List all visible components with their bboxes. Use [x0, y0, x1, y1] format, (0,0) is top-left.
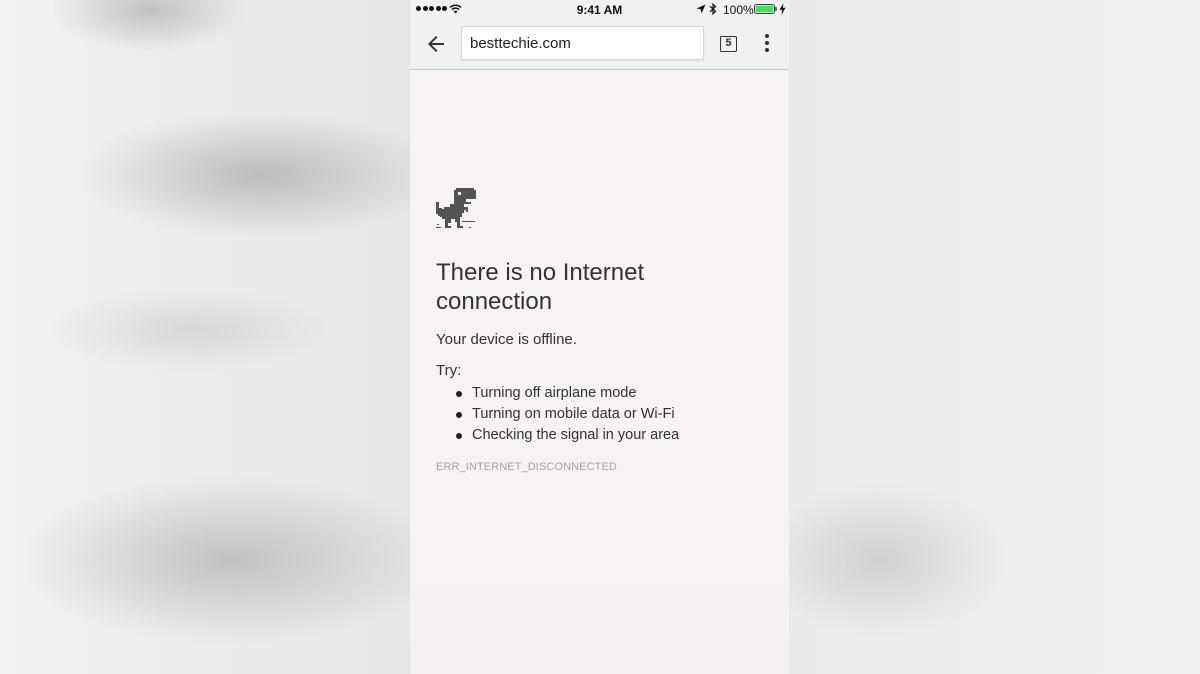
bottom-fade: [410, 564, 789, 674]
url-text: besttechie.com: [470, 35, 571, 52]
url-bar[interactable]: besttechie.com: [461, 26, 704, 60]
suggestion-text: Turning on mobile data or Wi-Fi: [472, 406, 675, 422]
bullet-icon: [456, 412, 462, 418]
offline-message: Your device is offline.: [436, 331, 577, 348]
screenshot-stage: 9:41 AM 100% besttechie.com 5 There is n…: [0, 0, 1200, 674]
phone-screen: 9:41 AM 100% besttechie.com 5 There is n…: [410, 0, 789, 674]
battery-icon: [754, 4, 777, 14]
offline-dinosaur-icon: [436, 188, 476, 228]
tab-count: 5: [725, 37, 732, 49]
suggestion-text: Checking the signal in your area: [472, 427, 680, 443]
browser-toolbar: besttechie.com 5: [410, 20, 789, 70]
battery-percent: 100%: [723, 3, 754, 17]
bullet-icon: [456, 391, 462, 397]
try-label: Try:: [436, 362, 462, 379]
list-item: Turning on mobile data or Wi-Fi: [456, 404, 679, 425]
charging-bolt-icon: [779, 3, 786, 15]
bluetooth-icon: [709, 3, 717, 15]
overflow-menu-icon[interactable]: [760, 34, 774, 54]
list-item: Turning off airplane mode: [456, 383, 679, 404]
list-item: Checking the signal in your area: [456, 425, 680, 446]
location-arrow-icon: [696, 4, 706, 14]
error-heading: There is no Internet connection: [436, 259, 645, 315]
status-bar: 9:41 AM 100%: [410, 0, 789, 20]
suggestion-text: Turning off airplane mode: [472, 385, 637, 401]
error-code: ERR_INTERNET_DISCONNECTED: [436, 461, 617, 473]
tab-switcher-button[interactable]: 5: [720, 36, 737, 52]
suggestion-list: Turning off airplane mode Turning on mob…: [436, 383, 679, 446]
back-arrow-icon[interactable]: [424, 32, 448, 56]
bullet-icon: [456, 433, 462, 439]
